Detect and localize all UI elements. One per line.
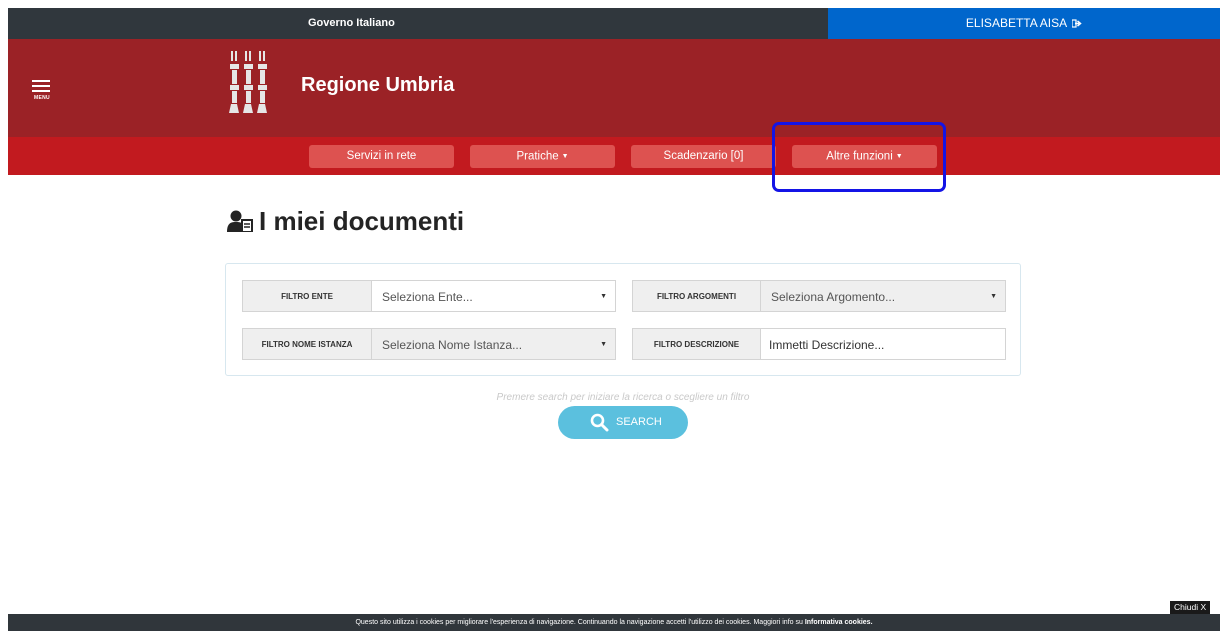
highlight-annotation (772, 122, 946, 192)
filter-descrizione-input[interactable]: Immetti Descrizione... (761, 328, 1006, 360)
governo-italiano-label: Governo Italiano (308, 17, 395, 29)
filter-ente: FILTRO ENTE Seleziona Ente... ▼ (242, 280, 616, 312)
nav-servizi-in-rete[interactable]: Servizi in rete (309, 145, 454, 168)
filter-descrizione-label: FILTRO DESCRIZIONE (632, 328, 761, 360)
nav-pratiche[interactable]: Pratiche ▼ (470, 145, 615, 168)
logout-icon (1072, 19, 1082, 28)
caret-down-icon: ▼ (561, 153, 569, 160)
site-header: MENU Regione Umbria (8, 39, 1220, 137)
menu-button[interactable]: MENU (30, 78, 54, 102)
user-account-button[interactable]: ELISABETTA AISA (828, 8, 1220, 39)
filter-ente-label: FILTRO ENTE (242, 280, 372, 312)
filter-panel: FILTRO ENTE Seleziona Ente... ▼ FILTRO A… (225, 263, 1021, 376)
filter-argomenti-label: FILTRO ARGOMENTI (632, 280, 761, 312)
filter-argomenti: FILTRO ARGOMENTI Seleziona Argomento... … (632, 280, 1006, 312)
cookie-banner: Questo sito utilizza i cookies per migli… (8, 614, 1220, 631)
regione-umbria-logo[interactable] (229, 51, 271, 113)
search-icon (590, 413, 609, 432)
filter-argomenti-select[interactable]: Seleziona Argomento... ▼ (761, 280, 1006, 312)
search-button[interactable]: SEARCH (558, 406, 688, 439)
search-hint: Premere search per iniziare la ricerca o… (496, 392, 750, 403)
nav-scadenzario[interactable]: Scadenzario [0] (631, 145, 776, 168)
nav-label: Pratiche (516, 150, 559, 163)
page-title-text: I miei documenti (259, 206, 465, 236)
nav-label: Servizi in rete (346, 150, 417, 162)
search-button-label: SEARCH (616, 416, 662, 428)
dropdown-arrow-icon: ▼ (600, 341, 607, 348)
filter-nome-istanza: FILTRO NOME ISTANZA Seleziona Nome Istan… (242, 328, 616, 360)
main-nav: Servizi in rete Pratiche ▼ Scadenzario [0… (8, 137, 1220, 175)
filter-nome-istanza-label: FILTRO NOME ISTANZA (242, 328, 372, 360)
dropdown-arrow-icon: ▼ (990, 293, 997, 300)
user-name: ELISABETTA AISA (965, 16, 1068, 30)
user-document-icon (227, 210, 253, 232)
cookie-close-button[interactable]: Chiudi X (1170, 601, 1211, 614)
hamburger-icon (32, 80, 50, 82)
menu-label: MENU (34, 95, 50, 101)
nav-label: Scadenzario [0] (663, 150, 744, 162)
filter-ente-select[interactable]: Seleziona Ente... ▼ (372, 280, 616, 312)
site-title[interactable]: Regione Umbria (301, 74, 454, 97)
top-bar: Governo Italiano ELISABETTA AISA (8, 8, 1220, 39)
filter-descrizione: FILTRO DESCRIZIONE Immetti Descrizione..… (632, 328, 1006, 360)
page-title: I miei documenti (227, 203, 464, 239)
cookie-text: Questo sito utilizza i cookies per migli… (355, 619, 805, 626)
filter-nome-istanza-select[interactable]: Seleziona Nome Istanza... ▼ (372, 328, 616, 360)
dropdown-arrow-icon: ▼ (600, 293, 607, 300)
cookie-info-link[interactable]: Informativa cookies. (805, 619, 873, 626)
